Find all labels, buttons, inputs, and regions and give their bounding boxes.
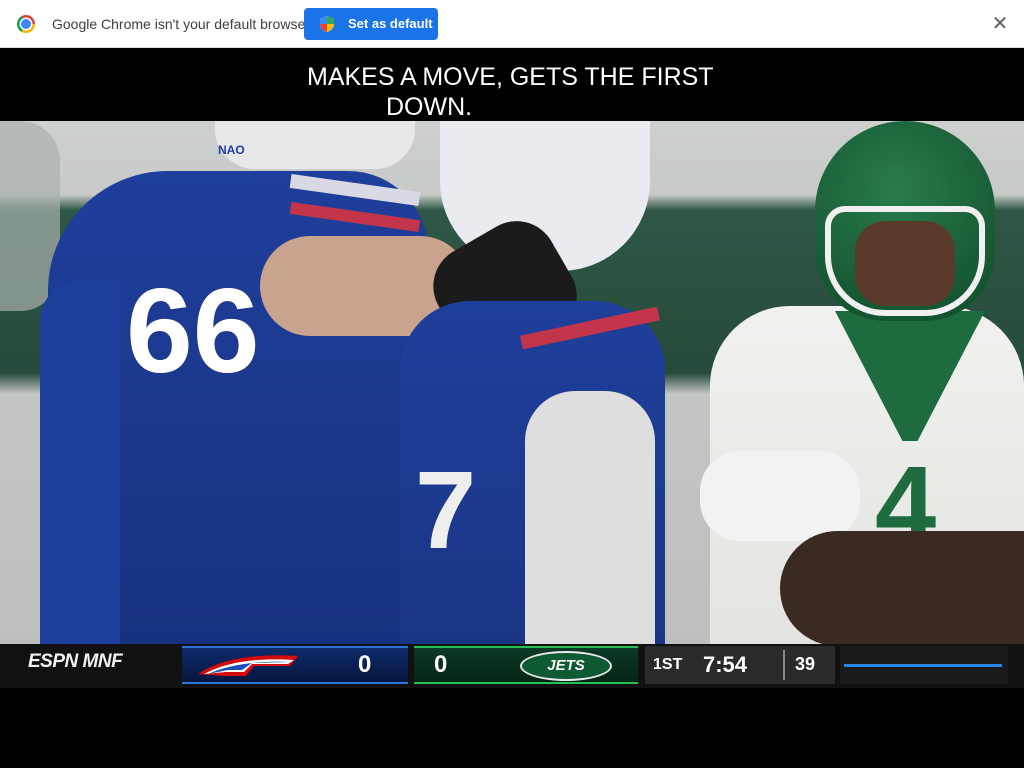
jersey-number-66: 66	[126, 271, 259, 391]
score-bug: ESPN MNF 0 0 JETS 1ST 7:54 39	[0, 644, 1024, 688]
home-team-panel: 0 JETS	[414, 646, 638, 684]
play-clock: 39	[795, 654, 816, 674]
game-clock-panel: 1ST 7:54 39	[645, 646, 835, 684]
bills-logo-icon	[198, 655, 298, 676]
number-7-text: 7	[415, 449, 477, 572]
jets-logo-icon: JETS	[520, 651, 612, 681]
home-score: 0	[434, 651, 448, 678]
caption-line-2: DOWN.	[380, 92, 479, 122]
sleeve-white	[525, 391, 655, 646]
infobar-message: Google Chrome isn't your default browser	[52, 16, 310, 32]
video-frame: 66 NAO 7 4	[0, 121, 1024, 646]
set-as-default-button[interactable]: Set as default	[304, 8, 438, 40]
game-clock: 7:54	[703, 652, 748, 677]
video-player[interactable]: MAKES A MOVE, GETS THE FIRST DOWN. 66 NA…	[0, 48, 1024, 768]
letterbox-bottom	[0, 694, 1024, 768]
jersey-number-7: 7	[415, 456, 476, 566]
timeout-bar	[844, 664, 1002, 667]
player-left-blue	[40, 281, 120, 646]
chrome-logo-icon	[17, 15, 35, 33]
clock-divider	[783, 650, 785, 680]
jets-logo-text: JETS	[547, 657, 585, 674]
set-as-default-label: Set as default	[348, 16, 433, 31]
shield-icon	[320, 16, 334, 32]
close-icon[interactable]: ✕	[988, 12, 1012, 36]
network-logo: ESPN MNF	[28, 651, 123, 672]
timeouts-panel	[840, 646, 1008, 684]
caption-line-1: MAKES A MOVE, GETS THE FIRST	[300, 62, 744, 92]
away-score: 0	[358, 651, 372, 678]
away-team-panel: 0	[182, 646, 408, 684]
jets-face	[855, 221, 955, 306]
helmet-bills	[215, 121, 415, 169]
number-66-text: 66	[126, 264, 260, 398]
helmet-text: NAO	[218, 143, 245, 157]
dark-arm	[780, 531, 1024, 646]
default-browser-infobar: Google Chrome isn't your default browser…	[0, 0, 1024, 48]
white-glove	[700, 451, 860, 541]
quarter: 1ST	[653, 656, 683, 673]
